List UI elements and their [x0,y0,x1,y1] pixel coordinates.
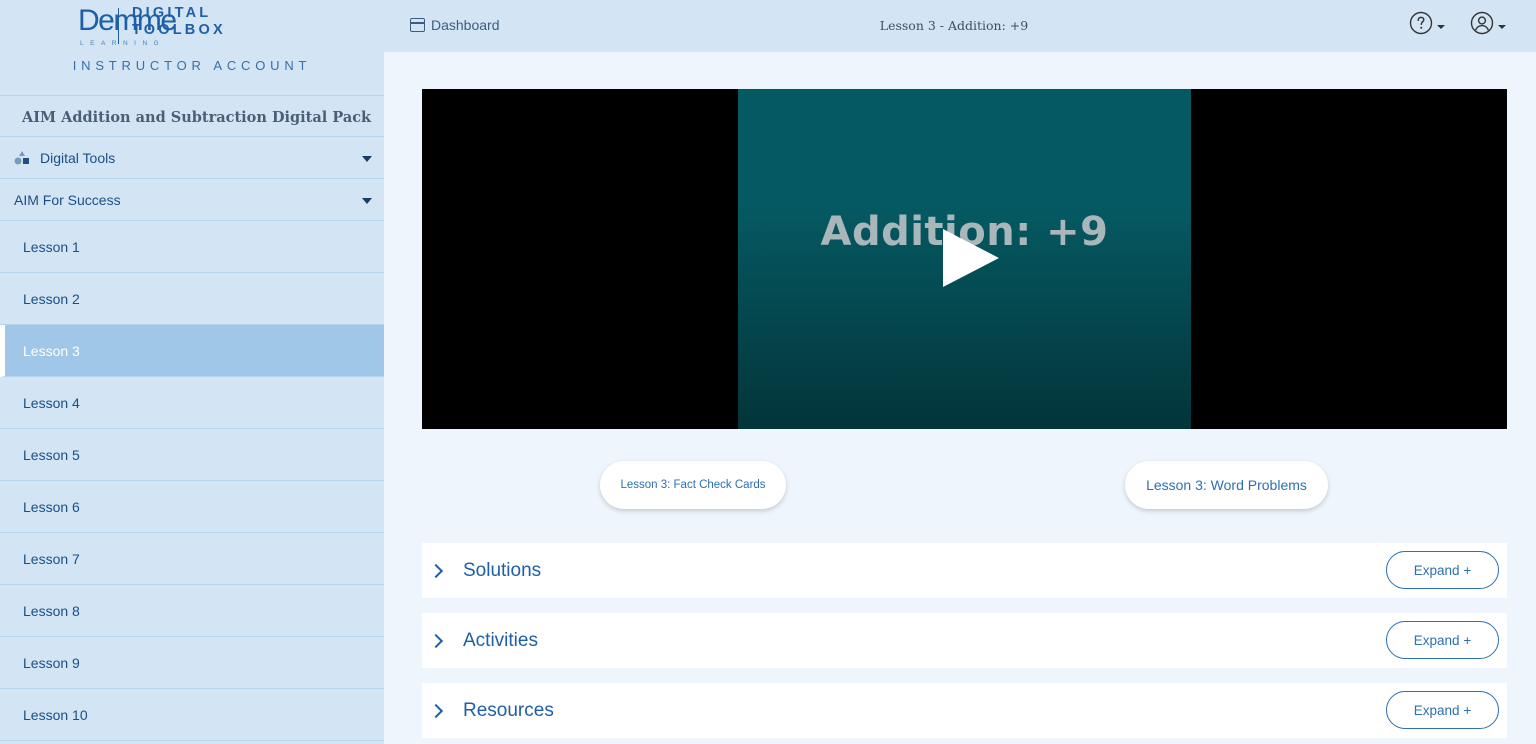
sidebar-item-lesson-4[interactable]: Lesson 4 [0,377,384,429]
digital-tools-label: Digital Tools [40,149,116,166]
play-icon[interactable] [943,229,999,287]
main-content: Addition: +9 Lesson 3: Fact Check Cards … [384,52,1536,744]
accordion-label: Resources [463,699,554,721]
user-circle-icon [1470,11,1494,40]
shapes-icon [14,150,30,165]
product-title: DIGITAL TOOLBOX [132,5,226,39]
help-menu-button[interactable] [1409,11,1445,40]
question-circle-icon [1409,11,1433,40]
account-type-label: INSTRUCTOR ACCOUNT [72,58,312,73]
sidebar-item-lesson-7[interactable]: Lesson 7 [0,533,384,585]
sidebar: Demme LEARNING DIGITAL TOOLBOX INSTRUCTO… [0,0,384,744]
sidebar-item-lesson-3[interactable]: Lesson 3 [0,325,384,377]
sidebar-item-lesson-8[interactable]: Lesson 8 [0,585,384,637]
sidebar-item-lesson-6[interactable]: Lesson 6 [0,481,384,533]
aim-for-success-label: AIM For Success [14,191,121,208]
word-problems-button[interactable]: Lesson 3: Word Problems [1125,461,1328,509]
caret-down-icon [1437,24,1445,29]
accordion-label: Solutions [463,559,542,581]
caret-down-icon [362,156,372,162]
accordion-label: Activities [463,629,538,651]
accordion-solutions[interactable]: Solutions Expand + [422,543,1507,598]
sidebar-item-lesson-9[interactable]: Lesson 9 [0,637,384,689]
video-player[interactable]: Addition: +9 [422,89,1507,429]
caret-down-icon [1498,24,1506,29]
chevron-right-icon [428,633,444,648]
video-frame: Addition: +9 [738,89,1191,429]
pack-title: AIM Addition and Subtraction Digital Pac… [0,95,384,137]
sidebar-item-lesson-10[interactable]: Lesson 10 [0,689,384,741]
aim-for-success-toggle[interactable]: AIM For Success [0,179,384,221]
sidebar-item-lesson-5[interactable]: Lesson 5 [0,429,384,481]
chevron-right-icon [428,703,444,718]
chevron-right-icon [428,563,444,578]
fact-check-cards-button[interactable]: Lesson 3: Fact Check Cards [600,461,786,509]
product-title-line2: TOOLBOX [132,22,226,38]
brand-header: Demme LEARNING DIGITAL TOOLBOX INSTRUCTO… [0,0,384,95]
expand-resources-button[interactable]: Expand + [1386,691,1499,729]
top-bar: Dashboard Lesson 3 - Addition: +9 [384,0,1536,52]
sidebar-item-lesson-2[interactable]: Lesson 2 [0,273,384,325]
caret-down-icon [362,198,372,204]
accordion-activities[interactable]: Activities Expand + [422,613,1507,668]
page-title: Lesson 3 - Addition: +9 [879,18,1029,33]
logo-divider [118,8,119,44]
digital-tools-toggle[interactable]: Digital Tools [0,137,384,179]
accordion-resources[interactable]: Resources Expand + [422,683,1507,738]
expand-activities-button[interactable]: Expand + [1386,621,1499,659]
product-title-line1: DIGITAL [132,5,212,21]
sidebar-item-lesson-1[interactable]: Lesson 1 [0,221,384,273]
expand-solutions-button[interactable]: Expand + [1386,551,1499,589]
user-menu-button[interactable] [1470,11,1506,40]
logo-subtitle: LEARNING [80,40,166,47]
